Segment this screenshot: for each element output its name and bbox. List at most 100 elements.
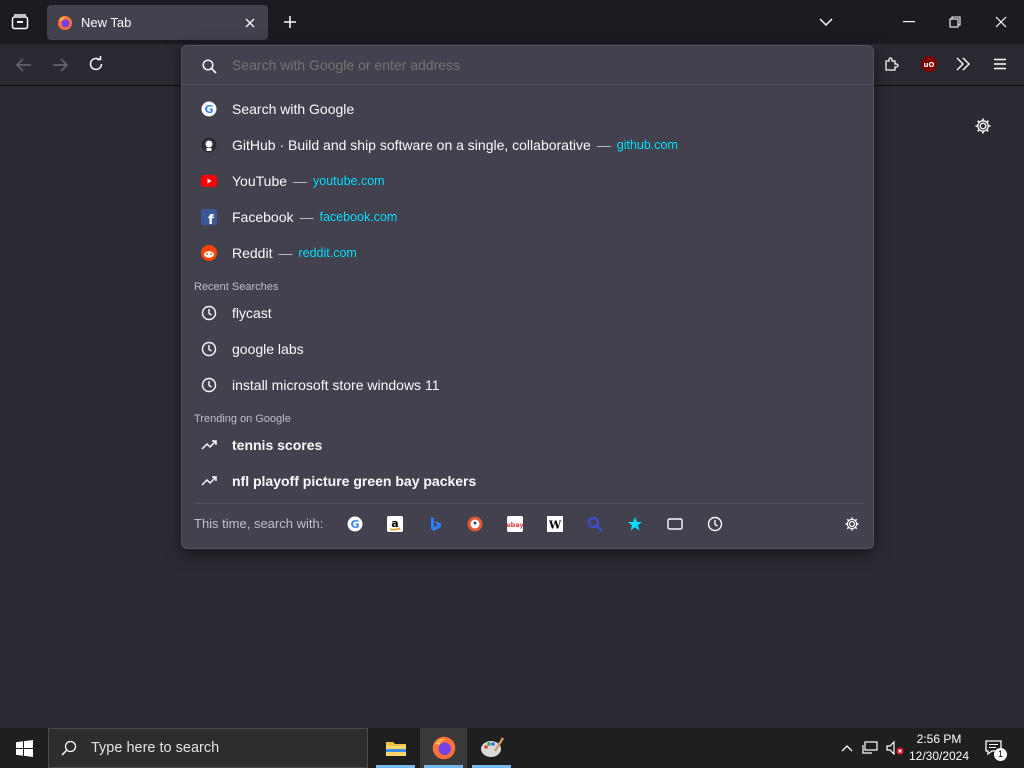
suggestion-github[interactable]: GitHub · Build and ship software on a si…	[190, 127, 866, 163]
close-tab-icon[interactable]	[242, 15, 258, 31]
trending-item[interactable]: nfl playoff picture green bay packers	[190, 463, 866, 499]
youtube-icon	[200, 172, 218, 190]
recent-searches-label: Recent Searches	[194, 281, 279, 293]
recent-search-text: install microsoft store windows 11	[232, 377, 440, 393]
recent-search-item[interactable]: install microsoft store windows 11	[190, 367, 866, 403]
svg-text:a: a	[392, 517, 399, 530]
wikipedia-icon[interactable]: W	[545, 514, 565, 534]
history-clock-icon	[200, 304, 218, 322]
search-icon	[200, 57, 218, 75]
bookmarks-star-icon[interactable]	[625, 514, 645, 534]
volume-muted-icon[interactable]	[884, 728, 906, 768]
firefox-icon	[57, 15, 73, 31]
bing-icon[interactable]	[425, 514, 445, 534]
history-clock-icon	[200, 376, 218, 394]
separator-dash: —	[293, 173, 308, 189]
suggestion-url: youtube.com	[313, 174, 385, 188]
url-input[interactable]	[232, 57, 832, 73]
firefox-view-icon[interactable]	[8, 11, 32, 33]
trending-label: Trending on Google	[194, 413, 291, 425]
windows-start-icon[interactable]	[0, 728, 48, 768]
history-clock-icon	[200, 340, 218, 358]
suggestion-youtube[interactable]: YouTube — youtube.com	[190, 163, 866, 199]
suggestion-reddit[interactable]: Reddit — reddit.com	[190, 235, 866, 271]
separator-dash: —	[278, 245, 293, 261]
urlbar	[182, 46, 873, 85]
firefox-icon	[432, 736, 456, 760]
clock-time: 2:56 PM	[916, 732, 962, 746]
amazon-icon[interactable]: a	[385, 514, 405, 534]
suggestion-url: reddit.com	[298, 246, 357, 260]
suggestion-title: GitHub · Build and ship software on a si…	[232, 137, 591, 153]
svg-text:uO: uO	[924, 61, 935, 69]
history-clock-icon[interactable]	[705, 514, 725, 534]
windows-taskbar: Type here to search 2:56 PM 12/30/2024 1	[0, 728, 1024, 768]
overflow-chevrons-icon[interactable]	[952, 53, 974, 75]
reload-icon[interactable]	[85, 53, 107, 75]
forward-arrow-icon[interactable]	[49, 54, 71, 76]
list-tabs-chevron-down-icon[interactable]	[815, 11, 837, 33]
tab-strip: New Tab	[0, 0, 1024, 44]
close-window-icon[interactable]	[989, 11, 1013, 33]
svg-text:W: W	[548, 518, 562, 531]
suggestion-title: Search with Google	[232, 101, 355, 117]
svg-text:G: G	[204, 103, 213, 116]
firefox-taskbar-button[interactable]	[420, 728, 467, 768]
suggestion-url: facebook.com	[319, 210, 398, 224]
tabs-icon[interactable]	[665, 514, 685, 534]
recent-search-item[interactable]: google labs	[190, 331, 866, 367]
separator-dash: —	[299, 209, 314, 225]
svg-text:ebay: ebay	[507, 521, 523, 529]
google-icon: G	[200, 100, 218, 118]
system-clock[interactable]: 2:56 PM 12/30/2024	[905, 731, 973, 765]
tab-new-tab[interactable]: New Tab	[47, 5, 268, 40]
urlbar-results-popup: G Search with Google GitHub · Build and …	[181, 45, 874, 549]
recent-search-text: flycast	[232, 305, 272, 321]
page-settings-gear-icon[interactable]	[972, 115, 994, 137]
svg-text:G: G	[351, 518, 360, 531]
taskbar-search-placeholder: Type here to search	[91, 740, 220, 756]
suggestion-title: Facebook	[232, 209, 294, 225]
menu-hamburger-icon[interactable]	[989, 53, 1011, 75]
action-center-notification-icon[interactable]: 1	[980, 728, 1008, 768]
trending-arrow-icon	[200, 436, 218, 454]
one-off-search-bar: This time, search with: G a ebay W	[194, 503, 864, 543]
suggestion-title: YouTube	[232, 173, 288, 189]
recent-search-item[interactable]: flycast	[190, 295, 866, 331]
separator-dash: —	[596, 137, 611, 153]
svg-text:f: f	[208, 213, 214, 225]
suggestion-search-with-google[interactable]: G Search with Google	[190, 91, 866, 127]
duckduckgo-icon[interactable]	[465, 514, 485, 534]
trending-text: tennis scores	[232, 437, 323, 453]
folder-icon	[385, 739, 407, 757]
trending-item[interactable]: tennis scores	[190, 427, 866, 463]
minimize-icon[interactable]	[897, 11, 921, 33]
new-tab-plus-icon[interactable]	[279, 11, 301, 33]
facebook-icon: f	[200, 208, 218, 226]
network-icon[interactable]	[860, 728, 880, 768]
search-settings-gear-icon[interactable]	[842, 514, 862, 534]
github-icon	[200, 136, 218, 154]
trending-text: nfl playoff picture green bay packers	[232, 473, 477, 489]
suggestion-title: Reddit	[232, 245, 273, 261]
clock-date: 12/30/2024	[908, 749, 970, 763]
search-icon	[61, 740, 77, 756]
restore-icon[interactable]	[943, 11, 967, 33]
reddit-icon	[200, 244, 218, 262]
suggestion-facebook[interactable]: f Facebook — facebook.com	[190, 199, 866, 235]
taskbar-search-box[interactable]: Type here to search	[48, 728, 368, 768]
suggestion-url: github.com	[616, 138, 678, 152]
show-hidden-icons-chevron-up-icon[interactable]	[837, 728, 857, 768]
ublock-origin-icon[interactable]: uO	[918, 53, 940, 75]
file-explorer-taskbar-button[interactable]	[372, 728, 419, 768]
extensions-puzzle-icon[interactable]	[881, 53, 903, 75]
recent-search-text: google labs	[232, 341, 304, 357]
search-magnifier-icon[interactable]	[585, 514, 605, 534]
ebay-icon[interactable]: ebay	[505, 514, 525, 534]
trending-arrow-icon	[200, 472, 218, 490]
paint-taskbar-button[interactable]	[468, 728, 515, 768]
google-icon[interactable]: G	[345, 514, 365, 534]
one-off-label: This time, search with:	[194, 516, 324, 531]
back-arrow-icon[interactable]	[13, 54, 35, 76]
paint-palette-icon	[480, 737, 504, 759]
